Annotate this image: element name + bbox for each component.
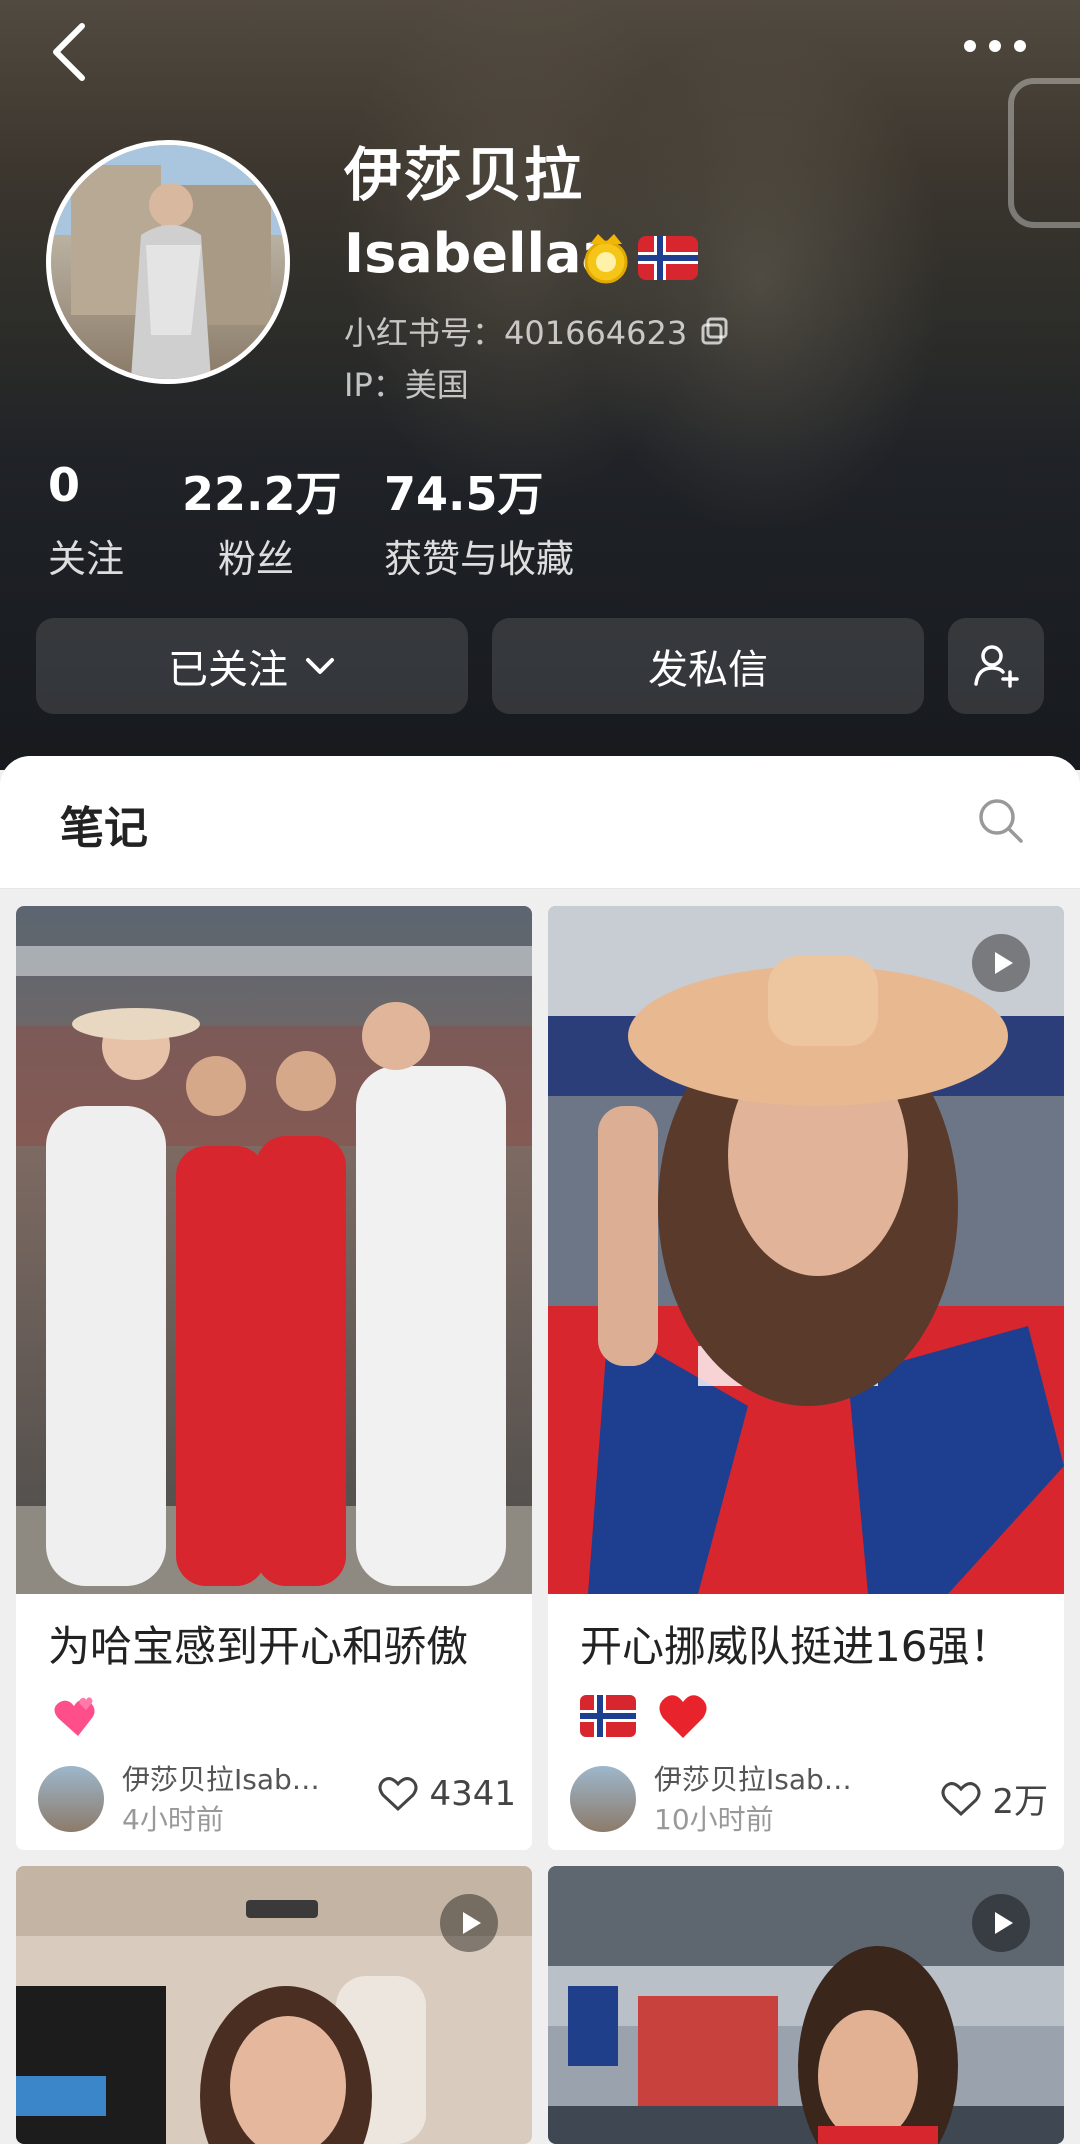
search-icon[interactable]: [976, 796, 1024, 844]
followed-button[interactable]: 已关注: [36, 618, 468, 714]
note-title-text: 开心挪威队挺进16强！: [580, 1622, 1012, 1671]
stat-value: 74.5万: [384, 467, 544, 521]
like-button[interactable]: 4341: [377, 1774, 516, 1814]
author-avatar[interactable]: [36, 1764, 106, 1834]
heart-icon: [378, 1777, 418, 1812]
crown-medal-icon[interactable]: [580, 230, 632, 286]
two-hearts-icon: [54, 1696, 95, 1736]
stat-label: 粉丝: [218, 537, 295, 581]
red-id-text: 小红书号：401664623: [344, 314, 688, 352]
note-meta: 伊莎贝拉Isab… 4小时前 4341: [36, 1754, 516, 1836]
stat-value: 0: [48, 458, 81, 512]
like-count: 2万: [992, 1782, 1048, 1822]
stat-label: 获赞与收藏: [384, 537, 575, 581]
note-title: 开心挪威队挺进16强！: [580, 1614, 1050, 1746]
followed-label: 已关注: [168, 647, 288, 693]
copy-icon[interactable]: [701, 317, 729, 345]
note-cover-image: [548, 906, 1064, 1594]
stat-followers[interactable]: 22.2万 粉丝: [182, 458, 342, 583]
display-name-cn: 伊莎贝拉: [344, 141, 585, 209]
video-play-icon: [972, 1894, 1030, 1952]
add-user-icon: [974, 645, 1019, 688]
more-options-icon[interactable]: [960, 34, 1030, 58]
stat-value: 22.2万: [182, 467, 342, 521]
add-friend-button[interactable]: [948, 618, 1044, 714]
video-play-icon: [440, 1894, 498, 1952]
red-heart-icon: [659, 1694, 707, 1738]
post-time: 4小时前: [122, 1803, 224, 1836]
tab-notes[interactable]: 笔记: [60, 792, 148, 856]
like-count: 4341: [429, 1774, 516, 1814]
note-meta: 伊莎贝拉Isab… 10小时前 2万: [568, 1754, 1048, 1836]
name-badges: [580, 226, 698, 290]
display-name-en: Isabellaa: [344, 222, 618, 285]
back-arrow-icon[interactable]: [44, 20, 100, 84]
norway-flag-icon: [638, 236, 698, 280]
message-label: 发私信: [648, 647, 768, 693]
message-button[interactable]: 发私信: [492, 618, 924, 714]
like-button[interactable]: 2万: [940, 1774, 1048, 1823]
stat-label: 关注: [48, 537, 125, 581]
chevron-down-icon: [306, 658, 334, 674]
author-name[interactable]: 伊莎贝拉Isab…: [122, 1758, 320, 1798]
note-card[interactable]: 开心挪威队挺进16强！ 伊莎贝拉Isab… 10小时前 2万: [548, 906, 1064, 1850]
stat-following[interactable]: 0 关注: [48, 458, 124, 583]
ip-location: IP：美国: [344, 366, 469, 404]
profile-header: 伊莎贝拉 Isabellaa 小红书号：401664623 IP：美国 0 关注…: [0, 0, 1080, 770]
notes-tab-bar: 笔记: [0, 756, 1080, 889]
note-card[interactable]: 为哈宝感到开心和骄傲 伊莎贝拉Isab… 4小时前 4341: [16, 906, 532, 1850]
floating-widget[interactable]: [1008, 78, 1080, 228]
red-id: 小红书号：401664623: [344, 308, 729, 354]
author-name[interactable]: 伊莎贝拉Isab…: [654, 1758, 852, 1798]
author-avatar[interactable]: [568, 1764, 638, 1834]
norway-flag-icon: [580, 1694, 636, 1737]
avatar-photo: [51, 145, 285, 379]
post-time: 10小时前: [654, 1803, 774, 1836]
note-card[interactable]: [548, 1866, 1064, 2144]
note-title-text: 为哈宝感到开心和骄傲: [48, 1622, 469, 1671]
heart-icon: [941, 1781, 981, 1816]
note-cover-image: [16, 906, 532, 1594]
stat-likes-collects[interactable]: 74.5万 获赞与收藏: [384, 458, 574, 583]
note-title: 为哈宝感到开心和骄傲: [48, 1614, 518, 1746]
note-card[interactable]: [16, 1866, 532, 2144]
avatar[interactable]: [46, 140, 290, 384]
video-play-icon: [972, 934, 1030, 992]
